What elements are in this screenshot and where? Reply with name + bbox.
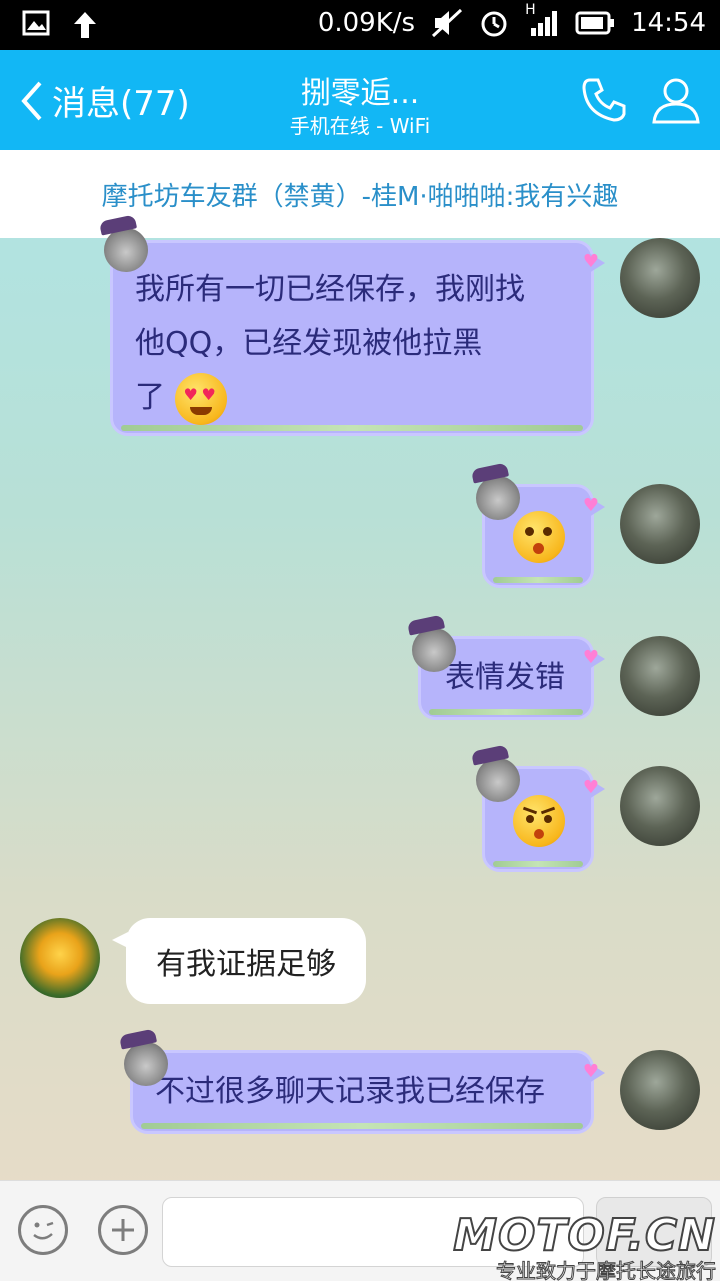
gallery-icon: [22, 10, 50, 36]
chat-status: 手机在线 - WiFi: [289, 114, 431, 138]
chat-header: 消息(77) 捌零逅... 手机在线 - WiFi: [0, 50, 720, 150]
wolf-sticker-icon: [412, 628, 456, 672]
heart-icon: ♥: [582, 251, 599, 272]
watermark-brand: MOTOF.CN: [452, 1209, 716, 1262]
alarm-icon: [481, 11, 507, 37]
bubble-grass-decoration: [121, 425, 583, 431]
shocked-emoji: [513, 510, 565, 563]
wolf-sticker-icon: [124, 1042, 168, 1086]
heart-icon: ♥: [582, 1061, 599, 1082]
back-label: 消息(77): [52, 84, 190, 124]
clock: 14:54: [631, 8, 706, 38]
message-bubble[interactable]: 我所有一切已经保存，我刚找 他QQ，已经发现被他拉黑 了 ♥ ♥ ♥: [110, 240, 605, 436]
avatar[interactable]: [620, 238, 700, 318]
message-bubble[interactable]: 不过很多聊天记录我已经保存 ♥: [130, 1050, 605, 1134]
back-button[interactable]: 消息(77): [18, 76, 190, 125]
wolf-sticker-icon: [104, 228, 148, 272]
notice-text: 摩托坊车友群（禁黄）-桂M·啪啪啪:我有兴趣: [101, 181, 619, 212]
smiley-icon: [33, 1221, 54, 1240]
angry-emoji: [513, 794, 565, 847]
battery-icon: [575, 11, 615, 35]
avatar[interactable]: [620, 1050, 700, 1130]
bubble-grass-decoration: [493, 861, 583, 867]
emoji-button[interactable]: [18, 1205, 68, 1255]
avatar[interactable]: [620, 636, 700, 716]
message-line: 了: [135, 380, 165, 415]
bubble-grass-decoration: [429, 709, 583, 715]
message-line: 我所有一切已经保存，我刚找: [135, 272, 525, 307]
bubble-grass-decoration: [141, 1123, 583, 1129]
wolf-sticker-icon: [476, 758, 520, 802]
chat-title[interactable]: 捌零逅...: [200, 68, 520, 112]
bubble-grass-decoration: [493, 577, 583, 583]
profile-icon[interactable]: [650, 74, 702, 126]
signal-icon: H: [525, 2, 559, 38]
avatar[interactable]: [620, 766, 700, 846]
avatar[interactable]: [620, 484, 700, 564]
heart-icon: ♥: [582, 777, 599, 798]
message-text: 不过很多聊天记录我已经保存: [155, 1074, 545, 1109]
heart-icon: ♥: [582, 495, 599, 516]
heart-icon: ♥: [582, 647, 599, 668]
message-text: 有我证据足够: [156, 947, 336, 982]
chevron-left-icon: [21, 81, 42, 120]
message-line: 他QQ，已经发现被他拉黑: [135, 326, 483, 361]
watermark: MOTOF.CN 专业致力于摩托长途旅行: [452, 1209, 716, 1284]
network-speed: 0.09K/s: [317, 8, 416, 38]
bubble-tail: [112, 932, 128, 948]
more-button[interactable]: [98, 1205, 148, 1255]
avatar[interactable]: [20, 918, 100, 998]
heart-eyes-emoji: ♥ ♥: [174, 372, 227, 425]
message-text: 表情发错: [445, 660, 565, 695]
upload-arrow-icon: [74, 12, 96, 38]
status-bar: 0.09K/s H 14:54: [0, 0, 720, 50]
wolf-sticker-icon: [476, 476, 520, 520]
message-bubble[interactable]: 有我证据足够: [126, 918, 366, 1004]
plus-icon: [112, 1219, 134, 1241]
silent-icon: [432, 8, 463, 38]
phone-icon[interactable]: [578, 74, 630, 126]
